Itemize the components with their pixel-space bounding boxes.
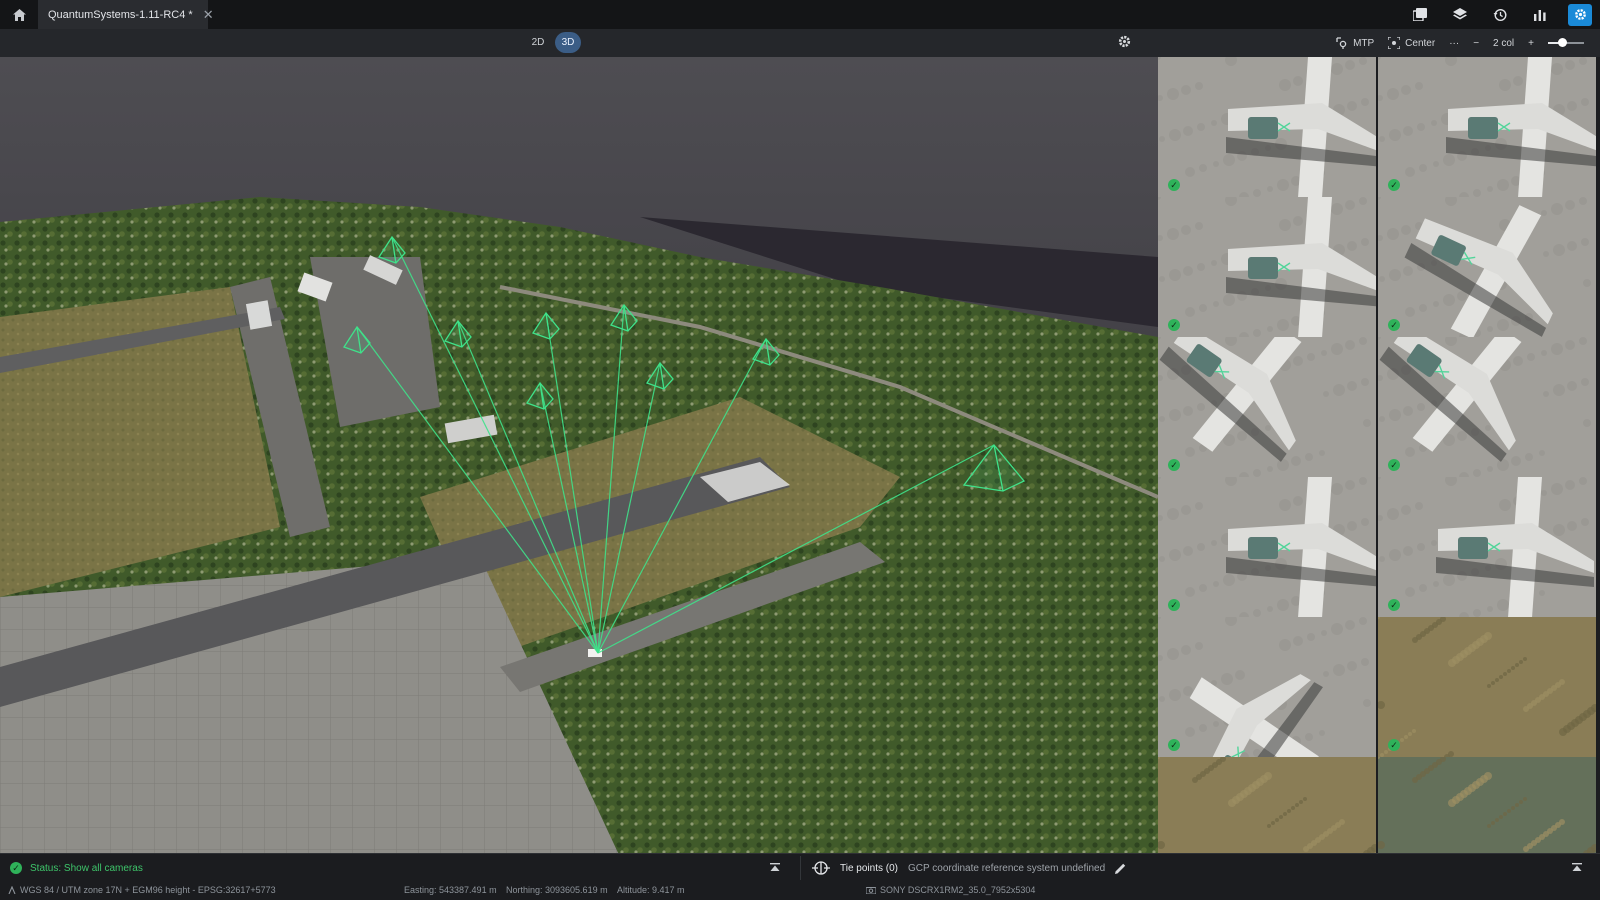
layers-button[interactable] [1440,0,1480,29]
check-circle-icon: ✓ [1388,599,1400,611]
thumbnail-image [1158,197,1376,338]
crs-info: WGS 84 / UTM zone 17N + EGM96 height - E… [8,885,276,895]
mtp-button[interactable]: MTP [1336,37,1374,49]
thumbnail-image [1378,757,1596,853]
view-2d-button[interactable]: 2D [525,32,551,53]
title-bar-actions [1400,0,1600,29]
slider-knob[interactable] [1558,38,1568,47]
history-button[interactable] [1480,0,1520,29]
person-icon [8,886,16,894]
check-circle-icon: ✓ [1388,179,1400,191]
hangar-1 [245,300,273,330]
viewer-settings-button[interactable] [1118,35,1131,51]
camera-icon [866,887,876,894]
tie-points-label: Tie points (0) [840,862,898,874]
altitude-info: Altitude: 9.417 m [617,885,685,895]
statistics-button[interactable] [1520,0,1560,29]
gallery-thumbnail[interactable] [1378,757,1596,853]
thumbnail-image [1378,477,1596,618]
collapse-right-panel-button[interactable] [1572,863,1582,876]
gallery-thumbnail[interactable] [1158,757,1376,853]
scene-3d[interactable] [0,57,1158,853]
crs-text: WGS 84 / UTM zone 17N + EGM96 height - E… [20,885,276,895]
center-icon [1388,37,1401,49]
status-divider [800,856,801,880]
layers-icon [1453,8,1467,20]
thumbnail-image [1158,477,1376,618]
image-gallery[interactable]: ✓ ✓ ✓ ✓ ✓ ✓ ✓ ✓ ✓ ✓ [1158,57,1600,853]
thumbnail-image [1378,617,1596,758]
pencil-icon[interactable] [1115,863,1126,874]
home-button[interactable] [0,0,38,29]
check-circle-icon: ✓ [1388,739,1400,751]
close-icon[interactable]: ✕ [203,7,214,23]
status-message: Status: Show all cameras [30,862,143,874]
home-icon [12,8,26,21]
processing-settings-button[interactable] [1560,0,1600,29]
gallery-thumbnail[interactable]: ✓ [1158,477,1376,618]
view-mode-toggle: 2D 3D [525,32,581,53]
gallery-thumbnail[interactable]: ✓ [1378,337,1596,478]
collapse-panel-button[interactable] [770,863,780,876]
gallery-button[interactable] [1400,0,1440,29]
camera-text: SONY DSCRX1RM2_35.0_7952x5304 [880,885,1036,895]
thumbnail-image [1378,197,1596,338]
tie-points-section: Tie points (0) GCP coordinate reference … [812,861,1126,875]
thumbnail-size-slider[interactable] [1548,36,1584,50]
collapse-icon [1572,863,1582,871]
title-bar: QuantumSystems-1.11-RC4 * ✕ [0,0,1600,29]
collapse-icon [770,863,780,871]
thumbnail-image [1158,617,1376,758]
gallery-thumbnail[interactable]: ✓ [1158,57,1376,198]
thumbnail-image [1158,337,1376,478]
thumbnail-image [1378,57,1596,198]
view-3d-button[interactable]: 3D [555,32,581,53]
check-circle-icon: ✓ [1388,319,1400,331]
decrease-columns-button[interactable]: − [1473,38,1479,49]
gallery-thumbnail[interactable]: ✓ [1158,197,1376,338]
mtp-icon [1336,37,1347,49]
check-circle-icon: ✓ [1168,739,1180,751]
increase-columns-button[interactable]: + [1528,38,1534,49]
gallery-icon [1413,8,1427,21]
project-tab[interactable]: QuantumSystems-1.11-RC4 * ✕ [38,0,214,29]
info-row: WGS 84 / UTM zone 17N + EGM96 height - E… [0,885,1600,899]
camera-info: SONY DSCRX1RM2_35.0_7952x5304 [866,885,1035,895]
tie-points-icon[interactable] [812,861,830,875]
mtp-label: MTP [1353,37,1375,49]
gallery-thumbnail[interactable]: ✓ [1378,477,1596,618]
thumbnail-image [1158,57,1376,198]
chart-icon [1534,9,1546,21]
gcp-crs-message: GCP coordinate reference system undefine… [907,862,1106,874]
easting-info: Easting: 543387.491 m [404,885,497,895]
history-icon [1493,8,1507,21]
gallery-thumbnail[interactable]: ✓ [1378,57,1596,198]
check-circle-icon: ✓ [1168,179,1180,191]
project-tab-title: QuantumSystems-1.11-RC4 * [48,8,193,21]
more-options-button[interactable]: ··· [1449,38,1459,49]
gallery-toolbar: MTP Center ··· − 2 col + [1158,29,1600,57]
gear-icon [1118,35,1131,48]
3d-viewer[interactable] [0,57,1158,853]
center-label: Center [1405,37,1436,49]
gallery-thumbnail[interactable]: ✓ [1158,337,1376,478]
gallery-thumbnail[interactable]: ✓ [1378,617,1596,758]
columns-label: 2 col [1493,37,1515,49]
status-bar: ✓ Status: Show all cameras Tie points (0… [0,853,1600,900]
settings-button-bg [1568,3,1592,26]
gallery-thumbnail[interactable]: ✓ [1158,617,1376,758]
check-circle-icon: ✓ [10,862,22,874]
check-circle-icon: ✓ [1168,599,1180,611]
thumbnail-image [1158,757,1376,853]
center-button[interactable]: Center [1388,37,1435,49]
status-indicator: ✓ Status: Show all cameras [10,862,143,874]
gallery-thumbnail[interactable]: ✓ [1378,197,1596,338]
settings-icon [1574,9,1586,20]
check-circle-icon: ✓ [1168,319,1180,331]
thumbnail-image [1378,337,1596,478]
toolbar: 2D 3D MTP Center ··· − 2 col + [0,29,1600,57]
check-circle-icon: ✓ [1168,459,1180,471]
check-circle-icon: ✓ [1388,459,1400,471]
northing-info: Northing: 3093605.619 m [506,885,608,895]
